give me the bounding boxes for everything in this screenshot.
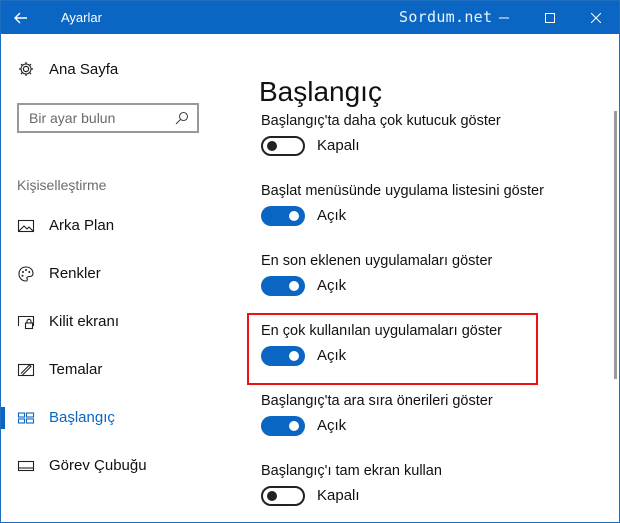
search-box[interactable] bbox=[17, 103, 199, 133]
sidebar-section-title: Kişiselleştirme bbox=[17, 177, 107, 193]
setting-label: En son eklenen uygulamaları göster bbox=[261, 253, 493, 269]
toggle-knob bbox=[267, 141, 277, 151]
setting-label: Başlat menüsünde uygulama listesini göst… bbox=[261, 183, 544, 199]
sidebar-item-colors[interactable]: Renkler bbox=[1, 254, 219, 294]
gear-icon bbox=[17, 60, 35, 78]
setting-suggestions: Başlangıç'ta ara sıra önerileri göster A… bbox=[261, 393, 591, 453]
highlight-frame bbox=[247, 313, 538, 385]
setting-more-tiles: Başlangıç'ta daha çok kutucuk göster Kap… bbox=[261, 113, 591, 173]
active-indicator bbox=[1, 407, 5, 429]
toggle-knob bbox=[267, 491, 277, 501]
search-input[interactable] bbox=[19, 105, 179, 131]
setting-full-screen: Başlangıç'ı tam ekran kullan Kapalı bbox=[261, 463, 591, 522]
sidebar-item-themes[interactable]: Temalar bbox=[1, 350, 219, 390]
sidebar: Ana Sayfa Kişiselleştirme Arka Plan bbox=[1, 34, 219, 522]
toggle-switch[interactable] bbox=[261, 416, 305, 436]
window-title: Ayarlar bbox=[61, 10, 102, 25]
setting-label: Başlangıç'ı tam ekran kullan bbox=[261, 463, 442, 479]
toggle-knob bbox=[289, 281, 299, 291]
setting-recently-added: En son eklenen uygulamaları göster Açık bbox=[261, 253, 591, 313]
sidebar-item-background[interactable]: Arka Plan bbox=[1, 206, 219, 246]
toggle-switch[interactable] bbox=[261, 206, 305, 226]
sidebar-home-label: Ana Sayfa bbox=[49, 60, 119, 78]
back-arrow-icon bbox=[14, 12, 27, 23]
back-button[interactable] bbox=[1, 1, 41, 34]
settings-window: Ayarlar Sordum.net Ana Sayfa Bir ayar bu… bbox=[0, 0, 620, 523]
minimize-icon bbox=[499, 17, 509, 18]
search-icon bbox=[174, 110, 190, 126]
toggle-state: Kapalı bbox=[317, 137, 360, 154]
toggle-switch[interactable] bbox=[261, 276, 305, 296]
setting-label: Başlangıç'ta ara sıra önerileri göster bbox=[261, 393, 493, 409]
palette-icon bbox=[17, 265, 35, 283]
toggle-state: Açık bbox=[317, 417, 347, 434]
toggle-knob bbox=[289, 211, 299, 221]
toggle-state: Açık bbox=[317, 207, 347, 224]
lock-screen-icon bbox=[17, 313, 35, 331]
watermark: Sordum.net bbox=[399, 8, 493, 26]
close-icon bbox=[591, 12, 601, 23]
maximize-button[interactable] bbox=[527, 1, 573, 34]
toggle-state: Açık bbox=[317, 277, 347, 294]
close-button[interactable] bbox=[573, 1, 619, 34]
toggle-switch[interactable] bbox=[261, 486, 305, 506]
scrollbar[interactable] bbox=[614, 111, 617, 379]
sidebar-item-label: Arka Plan bbox=[49, 217, 115, 234]
sidebar-item-start[interactable]: Başlangıç bbox=[1, 398, 219, 438]
main-content: Başlangıç Başlangıç'ta daha çok kutucuk … bbox=[219, 34, 619, 522]
sidebar-item-label: Renkler bbox=[49, 265, 101, 282]
sidebar-item-lock-screen[interactable]: Kilit ekranı bbox=[1, 302, 219, 342]
sidebar-item-label: Kilit ekranı bbox=[49, 313, 120, 330]
taskbar-icon bbox=[17, 457, 35, 475]
sidebar-item-label: Başlangıç bbox=[49, 409, 115, 426]
title-bar: Ayarlar Sordum.net bbox=[1, 1, 619, 34]
setting-app-list: Başlat menüsünde uygulama listesini göst… bbox=[261, 183, 591, 243]
toggle-switch[interactable] bbox=[261, 136, 305, 156]
setting-label: Başlangıç'ta daha çok kutucuk göster bbox=[261, 113, 501, 129]
sidebar-item-label: Temalar bbox=[49, 361, 103, 378]
maximize-icon bbox=[545, 12, 555, 23]
picture-icon bbox=[17, 217, 35, 235]
sidebar-item-label: Görev Çubuğu bbox=[49, 457, 147, 474]
toggle-state: Kapalı bbox=[317, 487, 360, 504]
start-icon bbox=[17, 409, 35, 427]
toggle-knob bbox=[289, 421, 299, 431]
sidebar-item-home[interactable]: Ana Sayfa bbox=[17, 60, 118, 78]
minimize-button[interactable] bbox=[481, 1, 527, 34]
themes-icon bbox=[17, 361, 35, 379]
page-title: Başlangıç bbox=[259, 75, 382, 107]
sidebar-item-taskbar[interactable]: Görev Çubuğu bbox=[1, 446, 219, 486]
